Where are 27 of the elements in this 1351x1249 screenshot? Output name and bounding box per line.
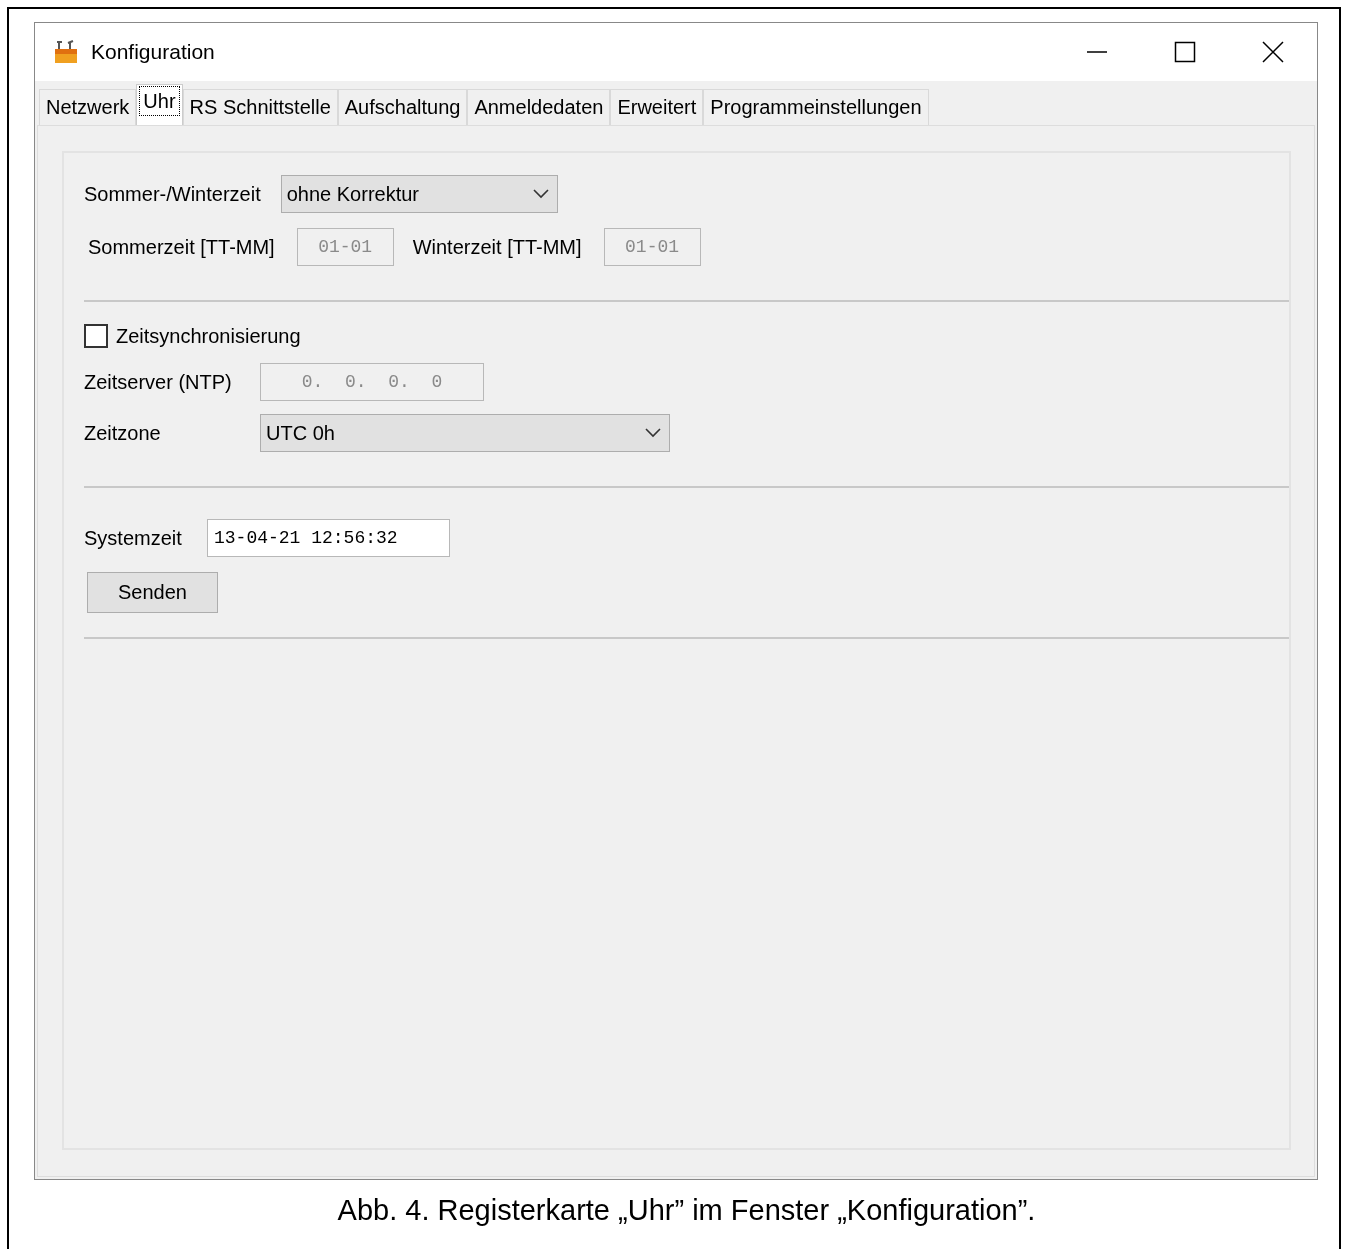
send-button[interactable]: Senden bbox=[87, 572, 218, 613]
maximize-icon bbox=[1174, 41, 1196, 63]
minimize-icon bbox=[1086, 51, 1108, 53]
window-title: Konfiguration bbox=[91, 40, 216, 64]
field-label: Zeitzone bbox=[84, 421, 162, 445]
tab[interactable]: RS Schnittstelle bbox=[182, 89, 338, 125]
tab[interactable]: Erweitert bbox=[610, 89, 704, 125]
field-label: Zeitserver (NTP) bbox=[84, 370, 233, 394]
chevron-down-icon bbox=[532, 189, 549, 199]
close-icon bbox=[1261, 40, 1285, 64]
tab[interactable]: Uhr bbox=[136, 84, 183, 125]
field-label: Winterzeit [TT-MM] bbox=[412, 235, 582, 259]
dropdown[interactable]: UTC 0h bbox=[260, 414, 670, 452]
tab[interactable]: Anmeldedaten bbox=[467, 89, 611, 125]
checkbox-label: Zeitsynchronisierung bbox=[116, 324, 301, 348]
field-label: Systemzeit bbox=[84, 526, 183, 550]
figure-caption: Abb. 4. Registerkarte „Uhr” im Fenster „Konfiguration”. bbox=[336, 1194, 1037, 1227]
chevron-down-icon bbox=[645, 428, 661, 438]
toolbox-icon bbox=[53, 39, 79, 65]
checkbox[interactable] bbox=[84, 324, 108, 348]
time-field[interactable]: 13-04-21 12:56:32 bbox=[207, 519, 450, 557]
field-label: Sommerzeit [TT-MM] bbox=[88, 235, 275, 259]
tab[interactable]: Netzwerk bbox=[39, 89, 137, 125]
tab[interactable]: Programmeinstellungen bbox=[703, 89, 929, 125]
dropdown[interactable]: ohne Korrektur bbox=[280, 175, 558, 213]
field-label: Sommer-/Winterzeit bbox=[84, 182, 261, 206]
tab[interactable]: Aufschaltung bbox=[337, 89, 468, 125]
